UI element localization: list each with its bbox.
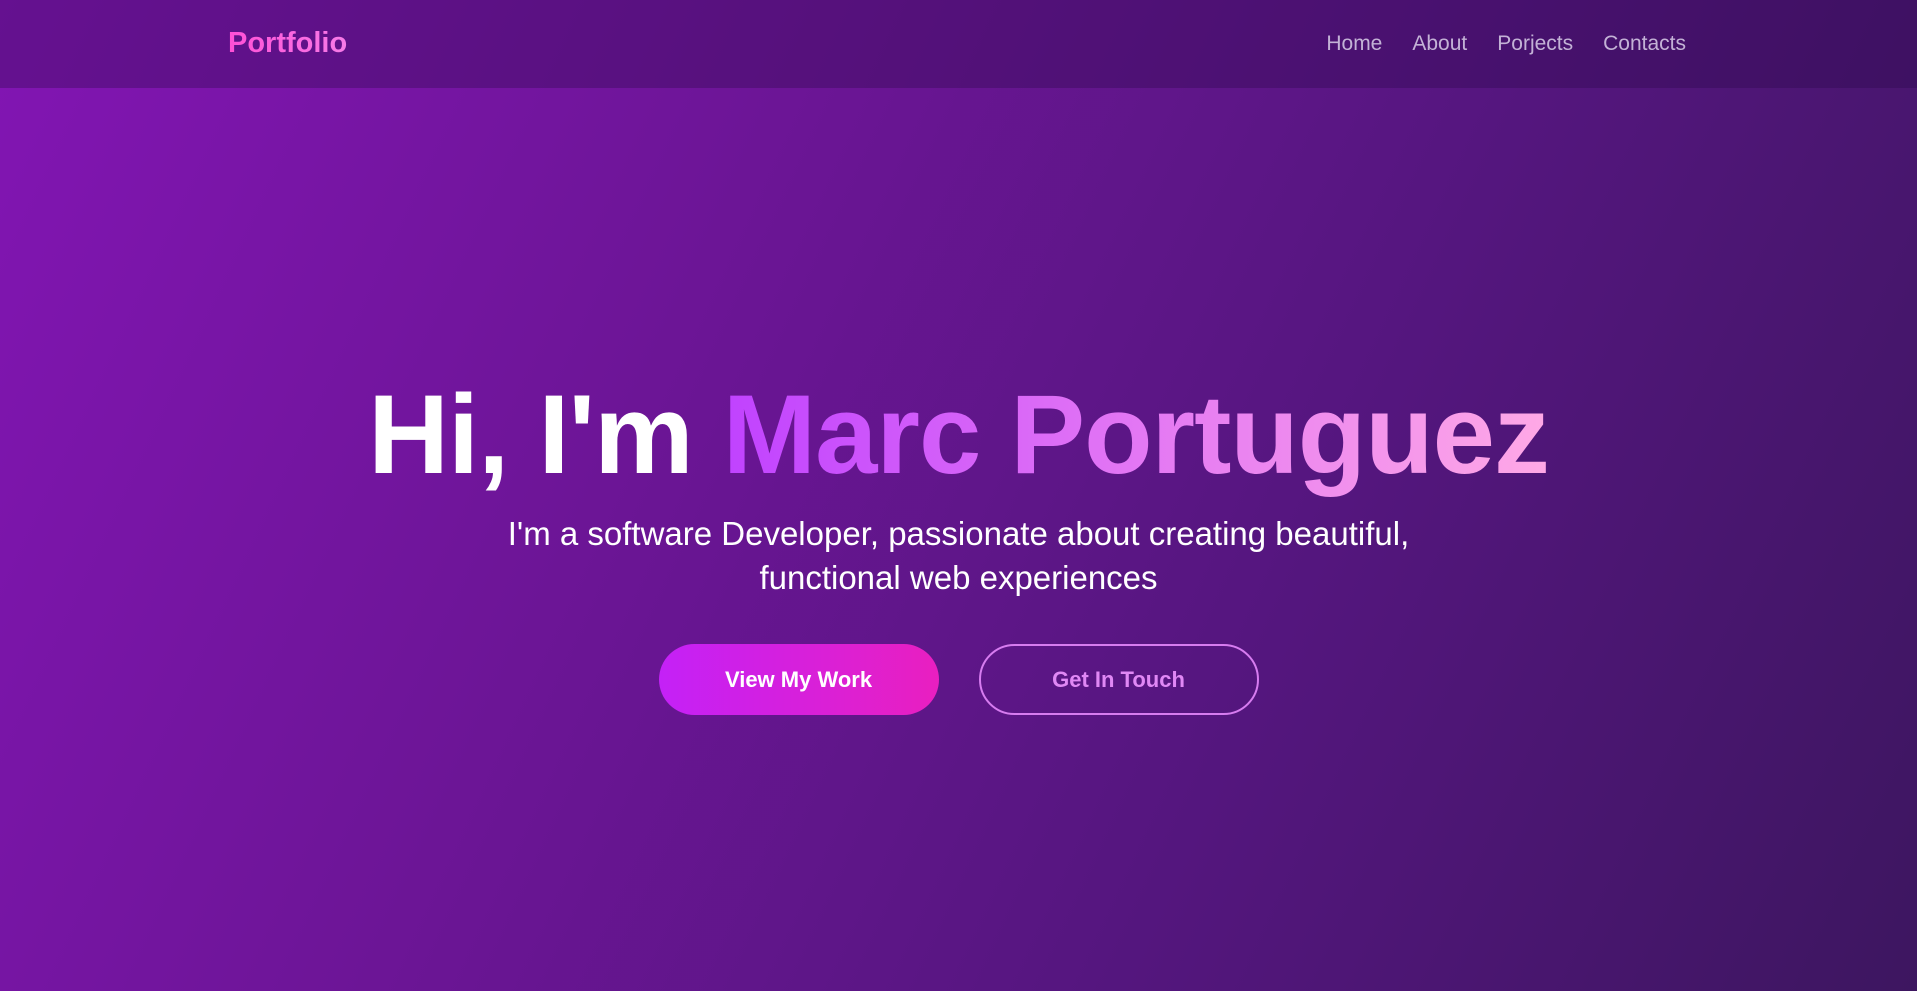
hero-subtitle: I'm a software Developer, passionate abo… bbox=[479, 512, 1439, 600]
nav-link-home[interactable]: Home bbox=[1326, 32, 1382, 56]
hero-subtitle-line-2: functional web experiences bbox=[759, 559, 1158, 596]
hero-name: Marc Portuguez bbox=[722, 372, 1550, 497]
brand-logo[interactable]: Portfolio bbox=[228, 0, 347, 88]
hero-greeting: Hi, I'm bbox=[368, 372, 694, 497]
nav-links: Home About Porjects Contacts bbox=[1326, 0, 1686, 88]
nav-link-about[interactable]: About bbox=[1412, 32, 1467, 56]
hero-title: Hi, I'm Marc Portuguez bbox=[0, 372, 1917, 498]
nav-link-projects[interactable]: Porjects bbox=[1497, 32, 1573, 56]
get-in-touch-button[interactable]: Get In Touch bbox=[978, 644, 1259, 715]
hero-subtitle-line-1: I'm a software Developer, passionate abo… bbox=[507, 515, 1410, 552]
navbar: Portfolio Home About Porjects Contacts bbox=[0, 0, 1917, 88]
cta-row: View My Work Get In Touch bbox=[0, 644, 1917, 715]
nav-link-contacts[interactable]: Contacts bbox=[1603, 32, 1686, 56]
hero-section: Hi, I'm Marc Portuguez I'm a software De… bbox=[0, 372, 1917, 715]
view-my-work-button[interactable]: View My Work bbox=[658, 644, 939, 715]
